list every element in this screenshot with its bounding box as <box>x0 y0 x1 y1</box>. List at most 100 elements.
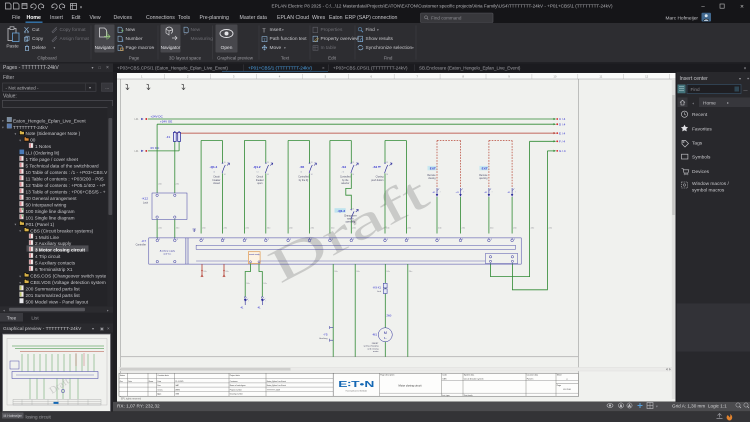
svg-text:Properties: Properties <box>321 27 343 33</box>
svg-text:11 Table of contents : +P03/20: 11 Table of contents : +P03/200 - P05 <box>26 177 105 182</box>
svg-text:Find: Find <box>366 27 376 33</box>
svg-text:Remote: Remote <box>479 174 488 177</box>
svg-text:1 Notes: 1 Notes <box>35 144 52 149</box>
svg-text:File: File <box>12 15 20 21</box>
svg-text:1: 1 <box>224 239 225 241</box>
svg-text:Motor closing circuit: Motor closing circuit <box>399 383 422 387</box>
svg-text:13: 13 <box>352 209 354 211</box>
svg-text:L01: L01 <box>135 150 140 153</box>
svg-text:operating: operating <box>345 220 355 223</box>
svg-text:remote ready: remote ready <box>249 253 260 256</box>
svg-text:Home: Home <box>27 15 42 21</box>
svg-text:▾: ▾ <box>19 281 21 285</box>
svg-text:0V DC: 0V DC <box>151 146 161 150</box>
svg-text:Insert center: Insert center <box>680 76 709 82</box>
svg-text:Customer: Customer <box>230 380 238 383</box>
svg-text:▾: ▾ <box>15 223 17 227</box>
svg-text:-K12: -K12 <box>142 197 149 201</box>
svg-text:EXT: EXT <box>430 167 436 171</box>
svg-text:▾: ▾ <box>739 76 741 81</box>
svg-text:Name of switchgear: Name of switchgear <box>230 384 246 387</box>
svg-text:Number: Number <box>126 36 143 42</box>
svg-text:and Vcc: and Vcc <box>163 253 172 255</box>
svg-text:Home: Home <box>703 100 716 106</box>
svg-text:10: 10 <box>553 75 557 79</box>
svg-text:▾: ▾ <box>282 28 284 32</box>
svg-text:Text: Text <box>281 55 290 60</box>
svg-text:▾: ▾ <box>2 119 4 123</box>
svg-text:▣: ▣ <box>100 327 104 331</box>
svg-text:▾: ▾ <box>54 46 56 50</box>
svg-text:closing: closing <box>428 178 436 180</box>
svg-text:1 Multi Line: 1 Multi Line <box>35 235 59 240</box>
svg-text:selector: selector <box>341 182 349 185</box>
svg-text:▾: ▾ <box>80 5 82 10</box>
svg-text:/.4: /.4 <box>256 171 258 173</box>
svg-text:Rev: Rev <box>120 381 123 383</box>
svg-text:spring charging: spring charging <box>364 345 380 348</box>
svg-text:View: View <box>90 15 101 21</box>
svg-text:Recent: Recent <box>692 112 708 118</box>
svg-text:Circuit: Circuit <box>213 176 220 179</box>
svg-text:-Y5: -Y5 <box>323 332 328 336</box>
svg-text:3: 3 <box>122 39 124 43</box>
svg-text:3D layout space: 3D layout space <box>169 55 202 60</box>
svg-text:Tools: Tools <box>178 15 191 21</box>
svg-text:Paste: Paste <box>6 44 19 50</box>
svg-text:E /.4: E /.4 <box>559 131 566 135</box>
svg-text:Powering Business Worldwide: Powering Business Worldwide <box>346 390 368 392</box>
svg-text:LD /100: LD /100 <box>563 389 571 391</box>
svg-text:▾: ▾ <box>89 85 91 90</box>
svg-text:Synchronize selection: Synchronize selection <box>366 45 413 51</box>
svg-text:1: 1 <box>268 239 269 241</box>
svg-text:6 Terminalstrip X1: 6 Terminalstrip X1 <box>35 267 73 272</box>
svg-text:101 Single line diagram: 101 Single line diagram <box>26 215 75 220</box>
svg-text:▾: ▾ <box>19 229 21 233</box>
svg-text:Page: Page <box>557 385 561 387</box>
svg-text:100 Single line diagram: 100 Single line diagram <box>26 209 75 214</box>
svg-text:switch: switch <box>347 217 354 220</box>
svg-text:Navigator: Navigator <box>95 45 115 50</box>
svg-text:1 Title page / cover sheet: 1 Title page / cover sheet <box>26 157 79 162</box>
svg-text:Controller: Controller <box>136 244 147 247</box>
svg-text:14: 14 <box>386 174 388 176</box>
svg-text:-Q1.2: -Q1.2 <box>253 165 261 169</box>
svg-text:EXT: EXT <box>482 167 488 171</box>
svg-text:push button: push button <box>371 179 384 182</box>
svg-text:Controlled: Controlled <box>340 176 351 179</box>
svg-text:Tags: Tags <box>692 141 703 147</box>
svg-text:Eaton_Eplan Live Event: Eaton_Eplan Live Event <box>267 380 287 383</box>
svg-text:DM/BT: DM/BT <box>372 343 379 345</box>
svg-text:3 Motor closing circuit: 3 Motor closing circuit <box>35 248 85 253</box>
svg-text:▾: ▾ <box>19 139 21 143</box>
svg-text:1: 1 <box>353 239 354 241</box>
svg-text:12-1-2025: 12-1-2025 <box>175 381 183 383</box>
svg-text:Marc Hofmeijer: Marc Hofmeijer <box>665 15 698 21</box>
svg-text:Lock: Lock <box>143 201 149 204</box>
svg-text:Check.: Check. <box>157 389 163 391</box>
svg-text:symbol macros: symbol macros <box>692 187 725 193</box>
svg-text:Assign format: Assign format <box>60 36 90 42</box>
svg-text:L01: L01 <box>135 118 140 121</box>
svg-text:13: 13 <box>311 162 313 164</box>
svg-text:1: 1 <box>311 239 312 241</box>
svg-text:13: 13 <box>386 162 388 164</box>
svg-text:JEEN: JEEN <box>175 389 180 391</box>
svg-text:Insert: Insert <box>270 27 283 33</box>
svg-text:In table: In table <box>321 45 337 51</box>
svg-text:LLI (Ordering lit): LLI (Ordering lit) <box>26 151 60 156</box>
svg-text:Find: Find <box>691 87 701 92</box>
svg-text:-S1 ↦: -S1 ↦ <box>373 164 382 169</box>
svg-text:Move: Move <box>270 45 282 51</box>
svg-text:Eaton_Hengelo_Eplan_Live_Event: Eaton_Hengelo_Eplan_Live_Event <box>13 118 86 123</box>
svg-text:Measuring: Measuring <box>191 36 214 42</box>
svg-text:Master data: Master data <box>240 15 268 21</box>
svg-text:Devices: Devices <box>114 15 133 21</box>
svg-text:▾: ▾ <box>377 28 379 32</box>
svg-text:14: 14 <box>352 174 354 176</box>
svg-text:1: 1 <box>203 239 204 241</box>
svg-text:Date: Date <box>128 380 132 383</box>
svg-text:Connections: Connections <box>146 15 175 21</box>
svg-text:Drw.: Drw. <box>157 385 161 387</box>
svg-text:5 Technical data of the switch: 5 Technical data of the switchboard <box>26 164 100 169</box>
